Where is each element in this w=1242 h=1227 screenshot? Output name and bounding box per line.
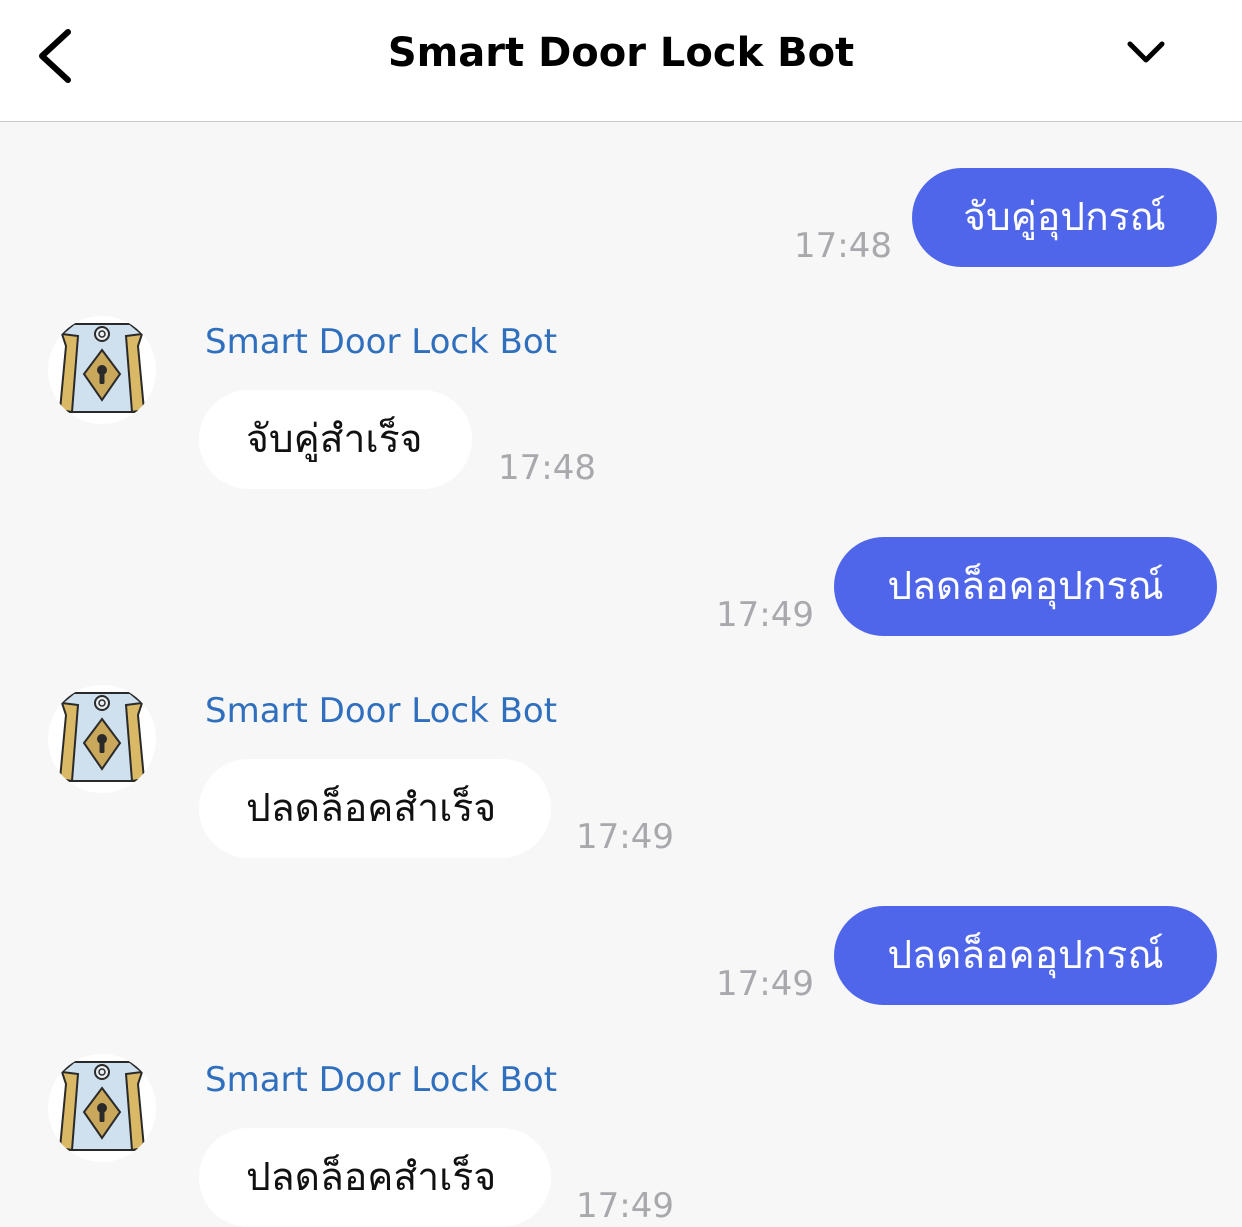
message-timestamp: 17:48 xyxy=(794,226,892,266)
message-timestamp: 17:49 xyxy=(716,595,814,635)
expand-menu-button[interactable] xyxy=(1116,30,1176,80)
incoming-message-bubble[interactable]: ปลดล็อคสำเร็จ xyxy=(199,1128,551,1227)
bot-avatar[interactable] xyxy=(48,1054,156,1162)
incoming-message-bubble[interactable]: จับคู่สำเร็จ xyxy=(199,390,472,489)
bot-avatar[interactable] xyxy=(48,316,156,424)
sender-name: Smart Door Lock Bot xyxy=(205,1060,558,1100)
message-timestamp: 17:49 xyxy=(576,1186,674,1226)
outgoing-message-bubble[interactable]: จับคู่อุปกรณ์ xyxy=(912,168,1217,267)
door-lock-icon xyxy=(58,1061,146,1152)
message-timestamp: 17:49 xyxy=(716,964,814,1004)
chat-header: Smart Door Lock Bot xyxy=(0,0,1242,122)
door-lock-icon xyxy=(58,692,146,783)
outgoing-message-bubble[interactable]: ปลดล็อคอุปกรณ์ xyxy=(834,906,1217,1005)
chat-title: Smart Door Lock Bot xyxy=(387,30,855,76)
sender-name: Smart Door Lock Bot xyxy=(205,322,558,362)
outgoing-message-bubble[interactable]: ปลดล็อคอุปกรณ์ xyxy=(834,537,1217,636)
incoming-message-bubble[interactable]: ปลดล็อคสำเร็จ xyxy=(199,759,551,858)
bot-avatar[interactable] xyxy=(48,685,156,793)
chevron-down-icon xyxy=(1127,41,1165,63)
door-lock-icon xyxy=(58,323,146,414)
message-timestamp: 17:49 xyxy=(576,817,674,857)
sender-name: Smart Door Lock Bot xyxy=(205,691,558,731)
message-timestamp: 17:48 xyxy=(498,448,596,488)
